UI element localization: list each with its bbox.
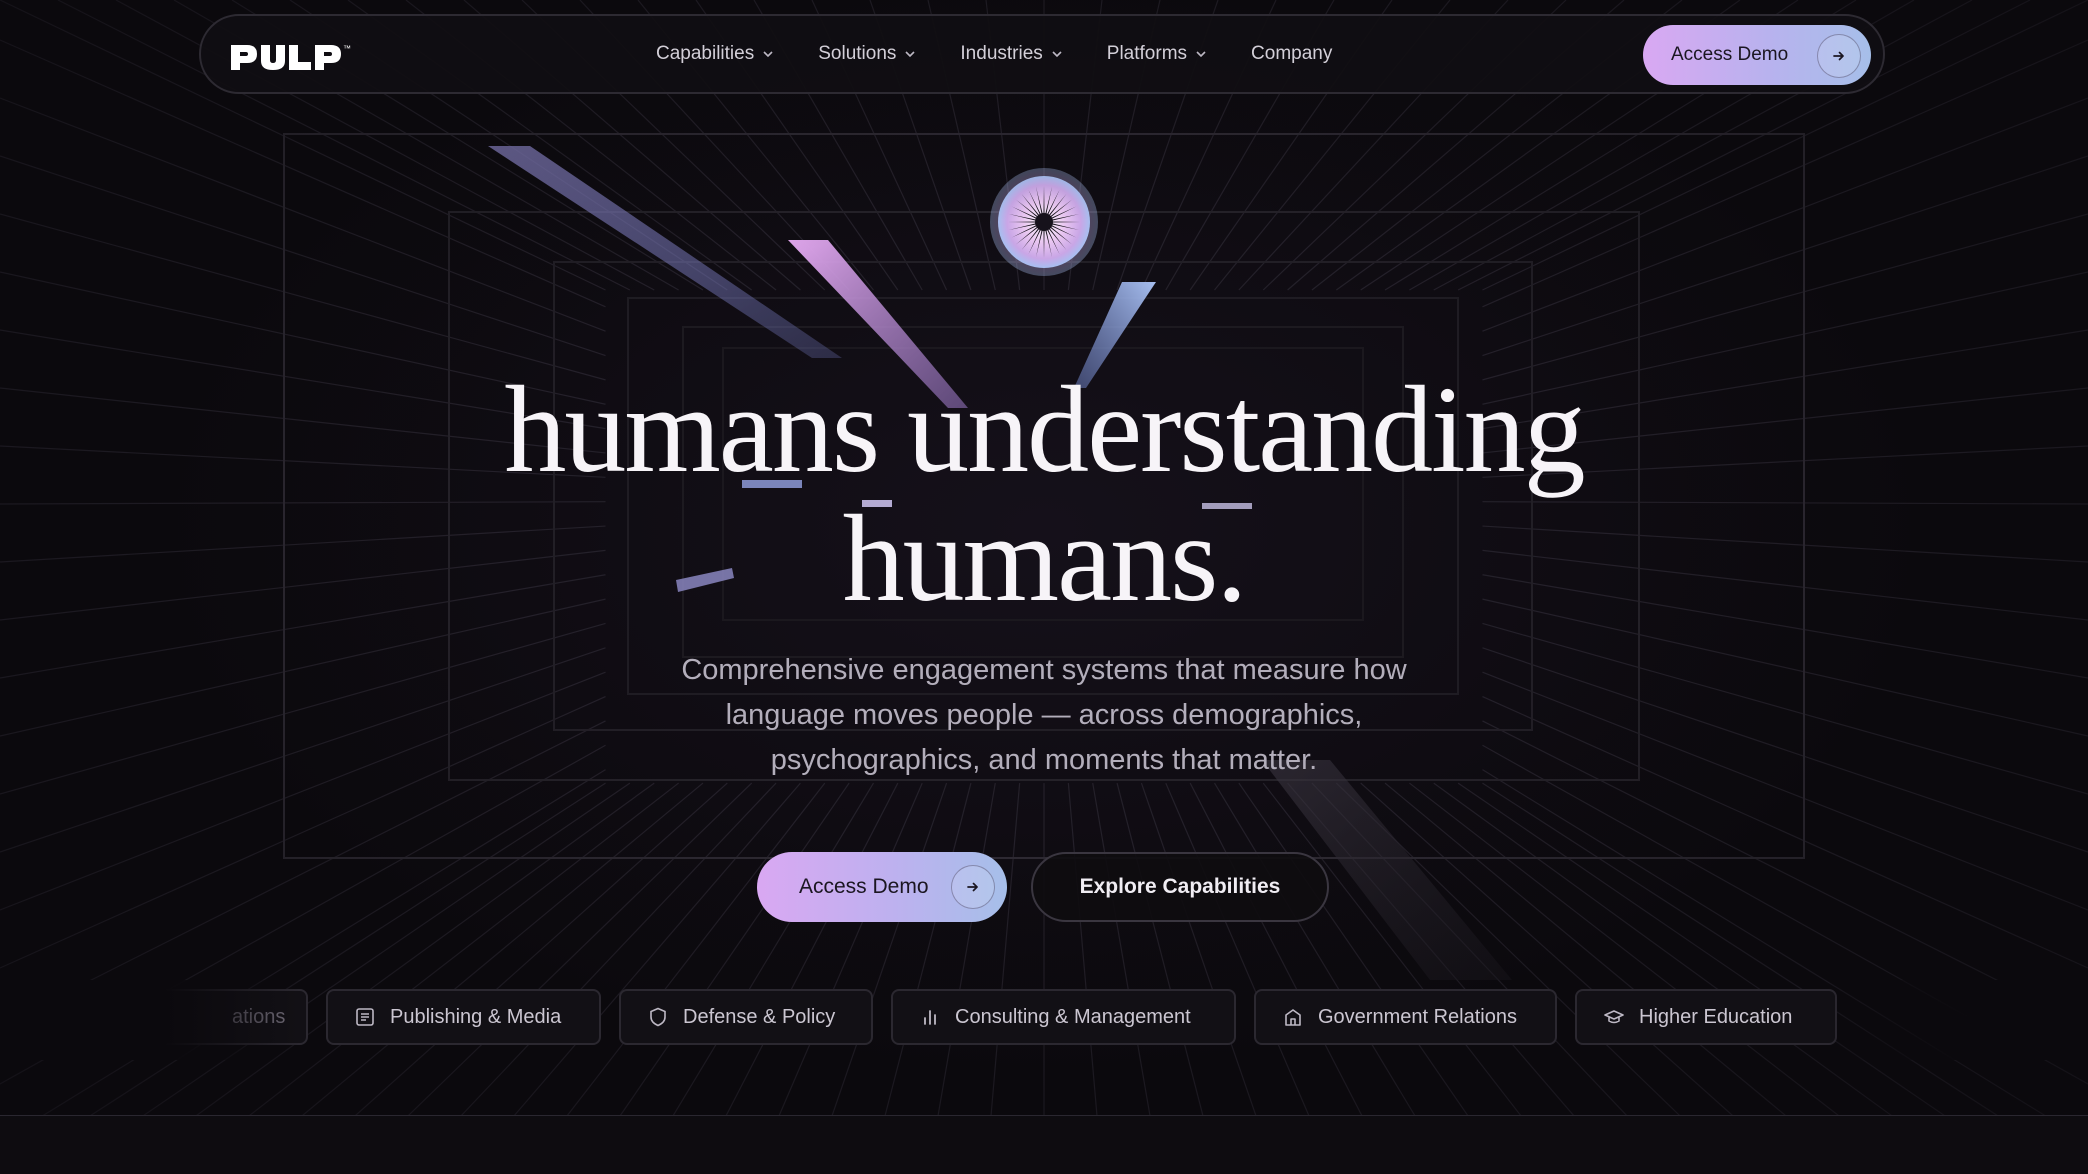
shield-icon xyxy=(650,1007,666,1027)
nav-industries-label: Industries xyxy=(960,43,1043,64)
industry-chip-higher-education[interactable]: Higher Education xyxy=(1575,989,1837,1045)
graduation-cap-icon xyxy=(1604,1010,1624,1024)
industry-chip-defense-policy[interactable]: Defense & Policy xyxy=(619,989,873,1045)
chevron-down-icon xyxy=(1052,51,1062,58)
pulp-logo[interactable]: ™ xyxy=(229,41,353,78)
top-navbar: ™ Capabilities Solutions Industries Plat… xyxy=(199,14,1885,94)
nav-access-demo-label: Access Demo xyxy=(1671,44,1789,65)
hero-headline-line1: humans understanding xyxy=(504,361,1585,498)
industry-chip-label: Publishing & Media xyxy=(390,1005,562,1028)
nav-company-label: Company xyxy=(1251,43,1333,64)
page: ™ Capabilities Solutions Industries Plat… xyxy=(0,0,2088,1174)
primary-nav: Capabilities Solutions Industries Platfo… xyxy=(656,16,1376,92)
arrow-right-icon xyxy=(1817,34,1861,78)
newspaper-icon xyxy=(356,1008,374,1026)
nav-capabilities-label: Capabilities xyxy=(656,43,755,64)
chevron-down-icon xyxy=(763,51,773,58)
industries-marquee: ations Publishing & Media Defense & Poli… xyxy=(0,989,2088,1047)
next-section-band xyxy=(0,1116,2088,1174)
marquee-fade-right xyxy=(1828,980,2088,1060)
bar-chart-icon xyxy=(924,1010,936,1025)
building-icon xyxy=(1285,1009,1301,1026)
nav-industries[interactable]: Industries xyxy=(960,43,1062,65)
industry-chip-consulting-management[interactable]: Consulting & Management xyxy=(891,989,1236,1045)
nav-solutions[interactable]: Solutions xyxy=(818,43,916,65)
nav-solutions-label: Solutions xyxy=(818,43,897,64)
explore-capabilities-label: Explore Capabilities xyxy=(1079,875,1281,898)
nav-company[interactable]: Company xyxy=(1251,43,1332,65)
industry-chip-label: Defense & Policy xyxy=(683,1005,836,1028)
industry-chip-label: Government Relations xyxy=(1318,1005,1517,1028)
hero-access-demo-label: Access Demo xyxy=(799,875,929,898)
hero-access-demo-button[interactable]: Access Demo xyxy=(757,852,1007,922)
explore-capabilities-button[interactable]: Explore Capabilities xyxy=(1031,852,1329,922)
nav-capabilities[interactable]: Capabilities xyxy=(656,43,774,65)
hero-headline-line2: humans. xyxy=(842,490,1248,627)
nav-platforms-label: Platforms xyxy=(1106,43,1188,64)
industry-chip-label: Consulting & Management xyxy=(955,1005,1191,1028)
nav-access-demo-button[interactable]: Access Demo xyxy=(1643,25,1871,85)
marquee-fade-left xyxy=(0,980,300,1060)
trademark-symbol: ™ xyxy=(343,44,351,53)
industry-chip-publishing-media[interactable]: Publishing & Media xyxy=(326,989,601,1045)
nav-platforms[interactable]: Platforms xyxy=(1107,43,1207,65)
industry-chip-government-relations[interactable]: Government Relations xyxy=(1254,989,1557,1045)
chevron-down-icon xyxy=(1196,51,1206,58)
hero-subheadline: Comprehensive engagement systems that me… xyxy=(681,654,1407,776)
pulp-logo-mark: ™ xyxy=(231,44,351,70)
arrow-right-icon xyxy=(951,865,995,909)
industry-chip-label: Higher Education xyxy=(1639,1005,1793,1028)
chevron-down-icon xyxy=(905,51,915,58)
